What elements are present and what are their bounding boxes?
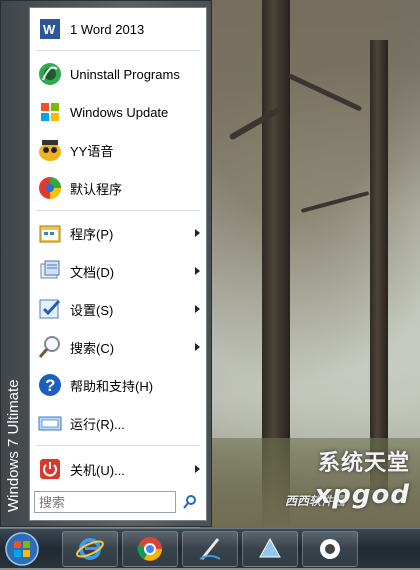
help-icon: ?	[36, 371, 64, 399]
menu-item-default-programs[interactable]: 默认程序	[32, 171, 204, 205]
menu-item-label: 运行(R)...	[70, 416, 125, 432]
menu-item-word[interactable]: W 1 Word 2013	[32, 12, 204, 46]
menu-item-shutdown[interactable]: 关机(U)...	[32, 452, 204, 486]
documents-icon	[36, 257, 64, 285]
programs-icon	[36, 219, 64, 247]
internet-explorer-icon[interactable]	[62, 531, 118, 567]
start-orb[interactable]	[4, 531, 40, 567]
menu-item-label: 设置(S)	[70, 302, 114, 318]
menu-item-label: YY语音	[70, 143, 114, 159]
search-button[interactable]	[180, 492, 200, 512]
settings-icon	[36, 295, 64, 323]
menu-item-run[interactable]: 运行(R)...	[32, 406, 204, 440]
paint-tool-icon[interactable]	[182, 531, 238, 567]
svg-text:W: W	[43, 22, 56, 37]
separator	[36, 445, 200, 446]
watermark-top: 系统天堂	[317, 451, 410, 476]
separator	[36, 50, 200, 51]
menu-item-label: 搜索(C)	[70, 340, 115, 356]
yy-icon	[36, 136, 64, 164]
start-menu-panel: W 1 Word 2013 Uninstall Programs Windows…	[29, 7, 207, 521]
app-icon-2[interactable]	[302, 531, 358, 567]
windows-update-icon	[36, 98, 64, 126]
watermark-bottom: xpgod	[314, 480, 410, 510]
submenu-arrow-icon	[195, 465, 200, 473]
menu-item-help[interactable]: ? 帮助和支持(H)	[32, 368, 204, 402]
menu-item-label: 帮助和支持(H)	[70, 378, 154, 394]
start-search-input[interactable]	[34, 491, 176, 513]
svg-text:?: ?	[45, 376, 55, 395]
app-icon[interactable]	[242, 531, 298, 567]
separator	[36, 210, 200, 211]
menu-item-label: 程序(P)	[70, 226, 114, 242]
chrome-icon[interactable]	[122, 531, 178, 567]
menu-item-yy[interactable]: YY语音	[32, 133, 204, 167]
taskbar	[0, 528, 420, 568]
watermark: 系统天堂 xpgod	[315, 445, 410, 510]
default-programs-icon	[36, 174, 64, 202]
submenu-arrow-icon	[195, 305, 200, 313]
menu-item-label: 关机(U)...	[70, 462, 125, 478]
menu-item-search[interactable]: 搜索(C)	[32, 330, 204, 364]
menu-item-programs[interactable]: 程序(P)	[32, 216, 204, 250]
start-menu: Windows 7 Ultimate W 1 Word 2013 Uninsta…	[0, 0, 212, 527]
submenu-arrow-icon	[195, 229, 200, 237]
menu-item-label: Uninstall Programs	[70, 66, 180, 82]
search-icon	[36, 333, 64, 361]
menu-item-windows-update[interactable]: Windows Update	[32, 95, 204, 129]
submenu-arrow-icon	[195, 267, 200, 275]
menu-item-label: 1 Word 2013	[70, 21, 145, 37]
power-icon	[36, 455, 64, 483]
menu-item-uninstall[interactable]: Uninstall Programs	[32, 57, 204, 91]
word-icon: W	[36, 15, 64, 43]
tree-branch	[300, 191, 370, 213]
menu-item-label: Windows Update	[70, 104, 169, 120]
tree-trunk-2	[370, 40, 388, 490]
tree-branch	[287, 73, 363, 112]
menu-item-label: 文档(D)	[70, 264, 115, 280]
menu-item-label: 默认程序	[70, 181, 123, 197]
submenu-arrow-icon	[195, 343, 200, 351]
menu-item-documents[interactable]: 文档(D)	[32, 254, 204, 288]
edition-label: Windows 7 Ultimate	[5, 379, 22, 512]
menu-item-settings[interactable]: 设置(S)	[32, 292, 204, 326]
magnifier-icon	[183, 495, 196, 509]
run-icon	[36, 409, 64, 437]
uninstall-icon	[36, 60, 64, 88]
